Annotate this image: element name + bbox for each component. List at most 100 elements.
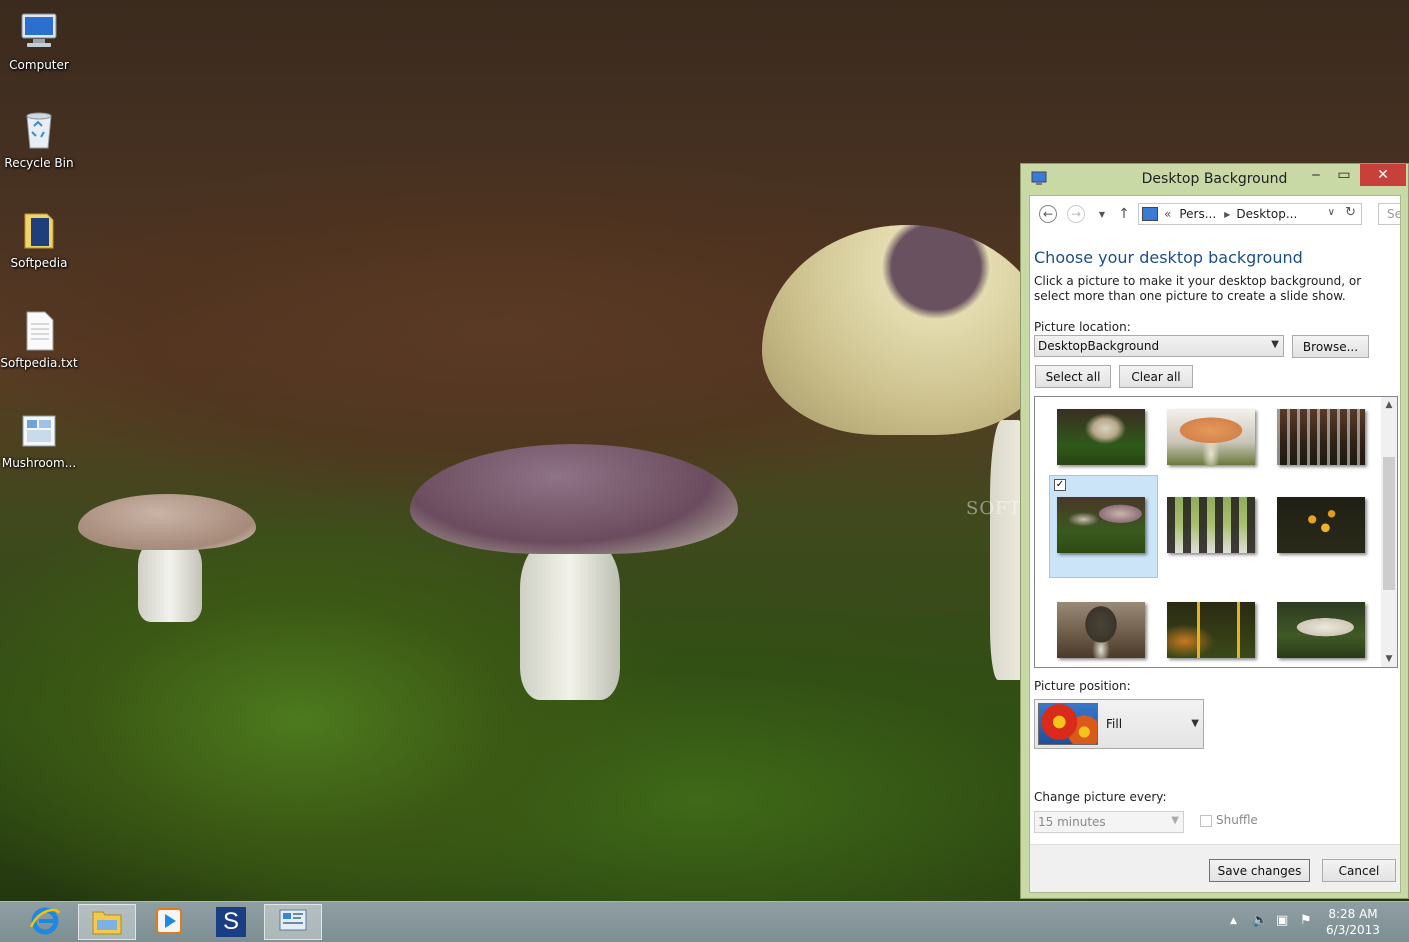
thumbnail-8[interactable] bbox=[1167, 602, 1255, 658]
title-bar[interactable]: Desktop Background ‒ ▭ ✕ bbox=[1021, 164, 1408, 194]
media-player-icon bbox=[155, 907, 183, 938]
chevron-down-icon: ▼ bbox=[1171, 815, 1179, 826]
network-icon[interactable]: ▣ bbox=[1276, 913, 1288, 928]
back-button[interactable]: ← bbox=[1038, 205, 1058, 223]
scroll-down-icon[interactable]: ▼ bbox=[1381, 651, 1397, 667]
breadcrumb-personalization[interactable]: Pers... bbox=[1179, 207, 1216, 221]
picture-position-select[interactable]: Fill ▼ bbox=[1034, 699, 1204, 749]
thumbnail-7[interactable] bbox=[1057, 602, 1145, 658]
address-dropdown-icon[interactable]: ∨ bbox=[1328, 207, 1335, 218]
desktop-icon-softpedia-folder[interactable]: Softpedia bbox=[0, 208, 78, 270]
desktop-icon-mushroom-theme[interactable]: Mushroom... bbox=[0, 408, 78, 470]
taskbar-internet-explorer[interactable] bbox=[16, 904, 74, 940]
picture-gallery: ✓ ▲ ▼ bbox=[1034, 396, 1398, 668]
control-panel-small-icon bbox=[1142, 207, 1158, 221]
shuffle-checkbox[interactable] bbox=[1200, 815, 1212, 827]
page-heading: Choose your desktop background bbox=[1034, 248, 1303, 267]
folder-icon bbox=[17, 208, 61, 252]
thumbnail-3[interactable] bbox=[1277, 409, 1365, 465]
picture-location-value: DesktopBackground bbox=[1038, 339, 1160, 353]
page-description: Click a picture to make it your desktop … bbox=[1034, 274, 1362, 303]
breadcrumb-separator-icon: ▶ bbox=[1224, 209, 1231, 219]
taskbar-softpedia[interactable]: S bbox=[202, 904, 260, 940]
thumbnail-4-checkbox[interactable]: ✓ bbox=[1054, 479, 1066, 491]
wallpaper-mushroom-cap-small bbox=[78, 494, 256, 550]
file-explorer-icon bbox=[91, 906, 123, 939]
picture-location-select[interactable]: DesktopBackground ▼ bbox=[1034, 335, 1284, 357]
thumbnail-2[interactable] bbox=[1167, 409, 1255, 465]
back-arrow-icon: ← bbox=[1039, 205, 1057, 223]
action-center-icon[interactable]: ⚑ bbox=[1300, 913, 1312, 928]
up-button[interactable]: ↑ bbox=[1114, 205, 1134, 223]
wallpaper-mushroom-stem bbox=[520, 540, 620, 700]
taskbar-media-player[interactable] bbox=[140, 904, 198, 940]
close-icon: ✕ bbox=[1377, 167, 1389, 183]
minimize-button[interactable]: ‒ bbox=[1302, 164, 1330, 186]
wallpaper-mushroom-cap-large bbox=[762, 225, 1052, 435]
thumbnail-4[interactable] bbox=[1057, 497, 1145, 553]
chevron-down-icon: ▼ bbox=[1271, 339, 1279, 350]
thumbnail-1[interactable] bbox=[1057, 409, 1145, 465]
address-bar[interactable]: « Pers... ▶ Desktop... ∨ ↻ bbox=[1138, 203, 1362, 225]
forward-button[interactable]: → bbox=[1066, 205, 1086, 223]
show-hidden-icons-icon[interactable]: ▲ bbox=[1230, 916, 1237, 926]
clear-all-button[interactable]: Clear all bbox=[1119, 365, 1193, 388]
change-picture-every-select[interactable]: 15 minutes ▼ bbox=[1034, 811, 1184, 833]
taskbar: S ▲ 🔈 ▣ ⚑ 8:28 AM 6/3/2013 bbox=[0, 901, 1409, 942]
window-content: ← → ▼ ↑ « Pers... ▶ Desktop... ∨ ↻ Sea C bbox=[1029, 195, 1401, 893]
softpedia-s-icon: S bbox=[216, 907, 246, 937]
desktop-icon-label: Recycle Bin bbox=[4, 156, 74, 170]
forward-arrow-icon: → bbox=[1067, 205, 1085, 223]
maximize-button[interactable]: ▭ bbox=[1330, 164, 1358, 186]
gallery-scrollbar[interactable]: ▲ ▼ bbox=[1381, 397, 1397, 667]
control-panel-icon bbox=[278, 907, 308, 938]
picture-position-preview-icon bbox=[1038, 703, 1098, 745]
desktop-icon-softpedia-txt[interactable]: Softpedia.txt bbox=[0, 308, 78, 370]
recent-locations-button[interactable]: ▼ bbox=[1092, 205, 1112, 223]
breadcrumb-overflow[interactable]: « bbox=[1164, 207, 1171, 221]
volume-icon[interactable]: 🔈 bbox=[1252, 913, 1268, 928]
desktop-icon-recycle-bin[interactable]: Recycle Bin bbox=[0, 108, 78, 170]
select-all-button[interactable]: Select all bbox=[1035, 365, 1111, 388]
desktop-icon-label: Mushroom... bbox=[1, 456, 77, 470]
wallpaper-mushroom-stem-small bbox=[138, 540, 202, 622]
desktop-icon-computer[interactable]: Computer bbox=[0, 10, 78, 72]
shuffle-label: Shuffle bbox=[1216, 813, 1258, 827]
computer-icon bbox=[17, 10, 61, 54]
internet-explorer-icon bbox=[29, 905, 61, 940]
scrollbar-thumb[interactable] bbox=[1383, 457, 1395, 590]
theme-file-icon bbox=[17, 408, 61, 452]
taskbar-control-panel[interactable] bbox=[264, 904, 322, 940]
thumbnail-6[interactable] bbox=[1277, 497, 1365, 553]
picture-position-label: Picture position: bbox=[1034, 679, 1131, 693]
wallpaper-mushroom-cap bbox=[410, 444, 738, 554]
thumbnail-9[interactable] bbox=[1277, 602, 1365, 658]
scroll-up-icon[interactable]: ▲ bbox=[1381, 397, 1397, 413]
recycle-bin-icon bbox=[17, 108, 61, 152]
save-changes-button[interactable]: Save changes bbox=[1209, 859, 1310, 882]
breadcrumb-desktop[interactable]: Desktop... bbox=[1236, 207, 1297, 221]
desktop-icon-label: Softpedia.txt bbox=[0, 356, 78, 370]
refresh-icon[interactable]: ↻ bbox=[1345, 205, 1356, 220]
thumbnail-5[interactable] bbox=[1167, 497, 1255, 553]
close-button[interactable]: ✕ bbox=[1360, 164, 1406, 186]
clock-date: 6/3/2013 bbox=[1326, 923, 1380, 937]
dialog-footer: Save changes Cancel bbox=[1030, 844, 1400, 892]
chevron-down-icon: ▼ bbox=[1098, 209, 1106, 219]
cancel-button[interactable]: Cancel bbox=[1322, 859, 1396, 882]
up-arrow-icon: ↑ bbox=[1118, 206, 1130, 222]
minimize-icon: ‒ bbox=[1311, 167, 1321, 183]
change-picture-every-value: 15 minutes bbox=[1038, 815, 1106, 829]
picture-position-value: Fill bbox=[1106, 717, 1123, 731]
desktop-background-window: Desktop Background ‒ ▭ ✕ ← → ▼ ↑ « Pers.… bbox=[1020, 163, 1409, 899]
chevron-down-icon: ▼ bbox=[1191, 718, 1199, 729]
desktop-icon-label: Computer bbox=[9, 58, 69, 72]
text-file-icon bbox=[17, 308, 61, 352]
clock[interactable]: 8:28 AM 6/3/2013 bbox=[1323, 906, 1383, 938]
change-picture-every-label: Change picture every: bbox=[1034, 790, 1167, 804]
picture-location-label: Picture location: bbox=[1034, 320, 1131, 334]
maximize-icon: ▭ bbox=[1337, 167, 1351, 183]
browse-button[interactable]: Browse... bbox=[1292, 335, 1369, 358]
taskbar-file-explorer[interactable] bbox=[78, 904, 136, 940]
search-input[interactable]: Sea bbox=[1378, 203, 1400, 225]
